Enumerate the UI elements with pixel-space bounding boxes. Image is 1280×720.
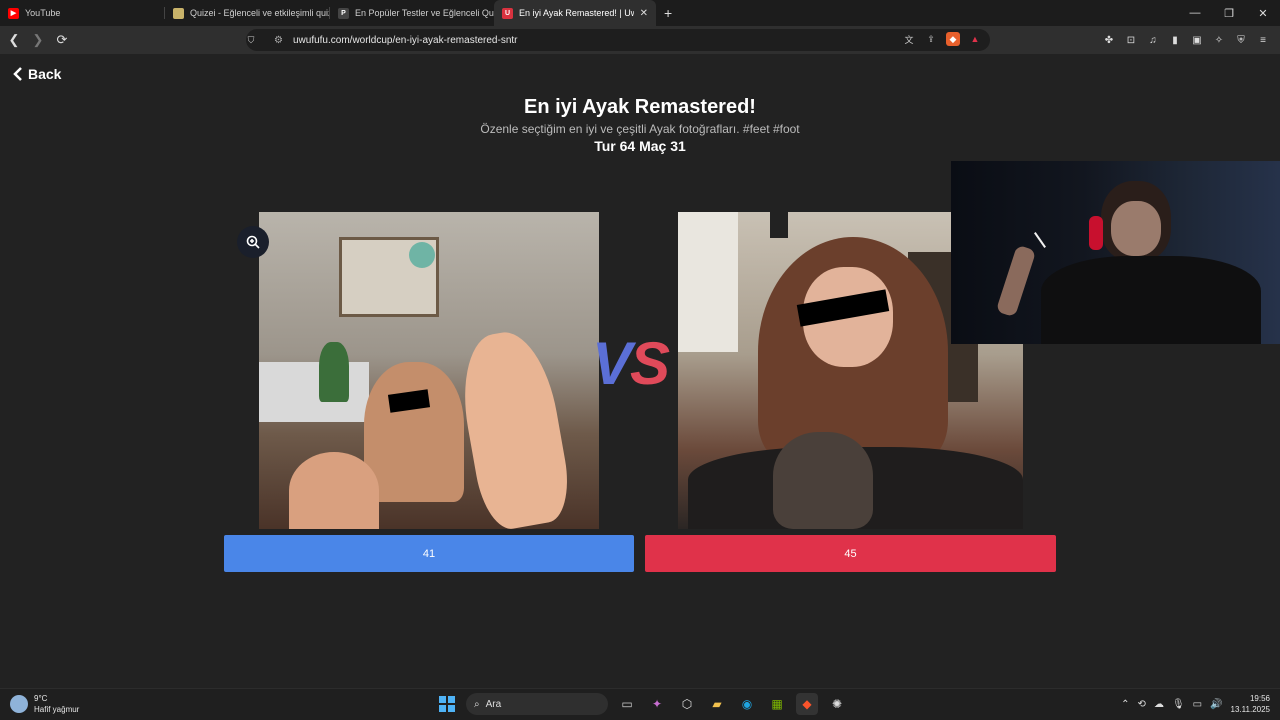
edge-icon[interactable]: ◉ — [736, 693, 758, 715]
left-choice-image[interactable] — [259, 212, 599, 529]
close-tab-icon[interactable]: ✕ — [634, 8, 648, 19]
task-view-icon[interactable]: ▭ — [616, 693, 638, 715]
plant-shape — [319, 342, 349, 402]
vs-s: S — [630, 330, 670, 397]
quizei-icon — [173, 7, 184, 19]
search-icon: ⌕ — [474, 698, 480, 710]
left-choice-button[interactable]: 41 — [224, 535, 634, 572]
weather-widget[interactable]: 9°C Hafif yağmur — [10, 693, 79, 715]
copilot-icon[interactable]: ✦ — [646, 693, 668, 715]
tab-popular-tests[interactable]: P En Popüler Testler ve Eğlenceli Quizle — [330, 0, 494, 26]
clock[interactable]: 19:56 13.11.2025 — [1231, 693, 1270, 715]
translate-icon[interactable]: 文 — [902, 32, 916, 46]
vs-v: V — [592, 330, 632, 397]
bookmark-icon[interactable]: ⛉ — [244, 33, 258, 47]
browser-toolbar: ❮ ❯ ⟳ ⛉ ⚙ uwufufu.com/worldcup/en-iyi-ay… — [0, 26, 1280, 54]
window-controls: — ❐ ✕ — [1178, 0, 1280, 26]
tab-label: En iyi Ayak Remastered! | UwUFU — [519, 8, 634, 18]
store-icon[interactable]: ▦ — [766, 693, 788, 715]
restore-icon[interactable]: ❐ — [1212, 0, 1246, 26]
network-icon[interactable]: ▭ — [1193, 699, 1202, 710]
site-settings-icon[interactable]: ⚙ — [274, 35, 283, 46]
wallet-icon[interactable]: ▣ — [1188, 31, 1206, 49]
tab-strip: ▶ YouTube Quizei - Eğlenceli ve etkileşi… — [0, 0, 1280, 26]
music-icon[interactable]: ♫ — [1144, 31, 1162, 49]
back-button[interactable]: Back — [12, 66, 61, 82]
brave-icon[interactable]: ◆ — [796, 693, 818, 715]
reload-icon[interactable]: ⟳ — [52, 30, 72, 50]
page-subtitle: Özenle seçtiğim en iyi ve çeşitli Ayak f… — [480, 122, 800, 136]
temperature: 9°C — [34, 694, 48, 703]
back-nav-icon[interactable]: ❮ — [4, 30, 24, 50]
onedrive-icon[interactable]: ☁ — [1154, 699, 1164, 710]
youtube-icon: ▶ — [8, 7, 19, 19]
chevron-up-icon[interactable]: ⌃ — [1121, 699, 1129, 710]
right-choice-button[interactable]: 45 — [645, 535, 1056, 572]
minimize-icon[interactable]: — — [1178, 0, 1212, 26]
forward-nav-icon[interactable]: ❯ — [28, 30, 48, 50]
address-bar[interactable]: ⛉ ⚙ uwufufu.com/worldcup/en-iyi-ayak-rem… — [246, 29, 990, 51]
taskbar: 9°C Hafif yağmur ⌕ Ara ▭ ✦ ⬡ ▰ ◉ ▦ ◆ ✺ ⌃… — [0, 688, 1280, 720]
file-explorer-icon[interactable]: ▰ — [706, 693, 728, 715]
tab-label: YouTube — [25, 8, 61, 18]
system-tray: ⌃ ⟲ ☁ 🎙 ▭ 🔊 19:56 13.11.2025 — [1121, 693, 1270, 715]
share-icon[interactable]: ⇪ — [924, 32, 938, 46]
brave-shields-icon[interactable]: ◆ — [946, 32, 960, 46]
zoom-button[interactable] — [237, 226, 269, 258]
close-window-icon[interactable]: ✕ — [1246, 0, 1280, 26]
fridge-shape — [678, 212, 738, 352]
time: 19:56 — [1249, 694, 1270, 703]
cigarette-shape — [1034, 232, 1046, 248]
uwufufu-icon: U — [502, 7, 513, 19]
extensions-icon[interactable]: ✤ — [1100, 31, 1118, 49]
zoom-in-icon — [246, 235, 260, 249]
page-content: Back En iyi Ayak Remastered! Özenle seçt… — [0, 54, 1280, 688]
balloon-shape — [409, 242, 435, 268]
address-bar-actions: 文 ⇪ ◆ ▲ — [902, 32, 982, 46]
microphone-icon[interactable]: 🎙 — [1172, 699, 1185, 710]
sofa-shape — [259, 362, 369, 422]
github-icon[interactable]: ⬡ — [676, 693, 698, 715]
tab-label: Quizei - Eğlenceli ve etkileşimli quizle — [190, 8, 329, 18]
url-text[interactable]: uwufufu.com/worldcup/en-iyi-ayak-remaste… — [293, 35, 518, 46]
poster-shape — [770, 212, 788, 238]
sync-icon[interactable]: ⟲ — [1138, 699, 1146, 710]
round-indicator: Tur 64 Maç 31 — [594, 138, 686, 154]
weather-icon — [10, 695, 28, 713]
start-icon[interactable] — [436, 693, 458, 715]
extension-toolbar: ✤ ⊡ ♫ ▮ ▣ ✧ ⛨ ≡ — [1100, 31, 1272, 49]
new-tab-button[interactable]: + — [656, 5, 680, 21]
tab-label: En Popüler Testler ve Eğlenceli Quizle — [355, 8, 494, 18]
chevron-left-icon — [13, 67, 22, 81]
arm-shape — [995, 244, 1037, 318]
foot-shape — [452, 325, 576, 529]
p-icon: P — [338, 7, 349, 19]
tab-quizei[interactable]: Quizei - Eğlenceli ve etkileşimli quizle — [165, 0, 329, 26]
taskbar-apps: ⌕ Ara ▭ ✦ ⬡ ▰ ◉ ▦ ◆ ✺ — [436, 693, 848, 715]
vs-label: VS — [592, 334, 670, 394]
back-label: Back — [28, 66, 62, 82]
page-title: En iyi Ayak Remastered! — [524, 96, 756, 118]
sidebar-icon[interactable]: ▮ — [1166, 31, 1184, 49]
person-shape — [364, 362, 464, 502]
search-placeholder: Ara — [485, 698, 502, 710]
screenshot-icon[interactable]: ⊡ — [1122, 31, 1140, 49]
leo-ai-icon[interactable]: ✧ — [1210, 31, 1228, 49]
tab-youtube[interactable]: ▶ YouTube — [0, 0, 164, 26]
tab-uwufufu[interactable]: U En iyi Ayak Remastered! | UwUFU ✕ — [494, 0, 656, 26]
rewards-icon[interactable]: ▲ — [968, 32, 982, 46]
headphone-shape — [1089, 216, 1103, 250]
body-shape — [1041, 256, 1261, 344]
volume-icon[interactable]: 🔊 — [1210, 699, 1222, 710]
menu-icon[interactable]: ≡ — [1254, 31, 1272, 49]
date: 13.11.2025 — [1230, 705, 1270, 714]
vpn-shield-icon[interactable]: ⛨ — [1232, 31, 1250, 49]
chatgpt-icon[interactable]: ✺ — [826, 693, 848, 715]
foot-shape — [289, 452, 379, 529]
face-shape — [1111, 201, 1161, 256]
taskbar-search[interactable]: ⌕ Ara — [466, 693, 608, 715]
webcam-overlay — [951, 161, 1280, 344]
weather-text: Hafif yağmur — [34, 705, 80, 714]
foot-shape — [773, 432, 873, 529]
